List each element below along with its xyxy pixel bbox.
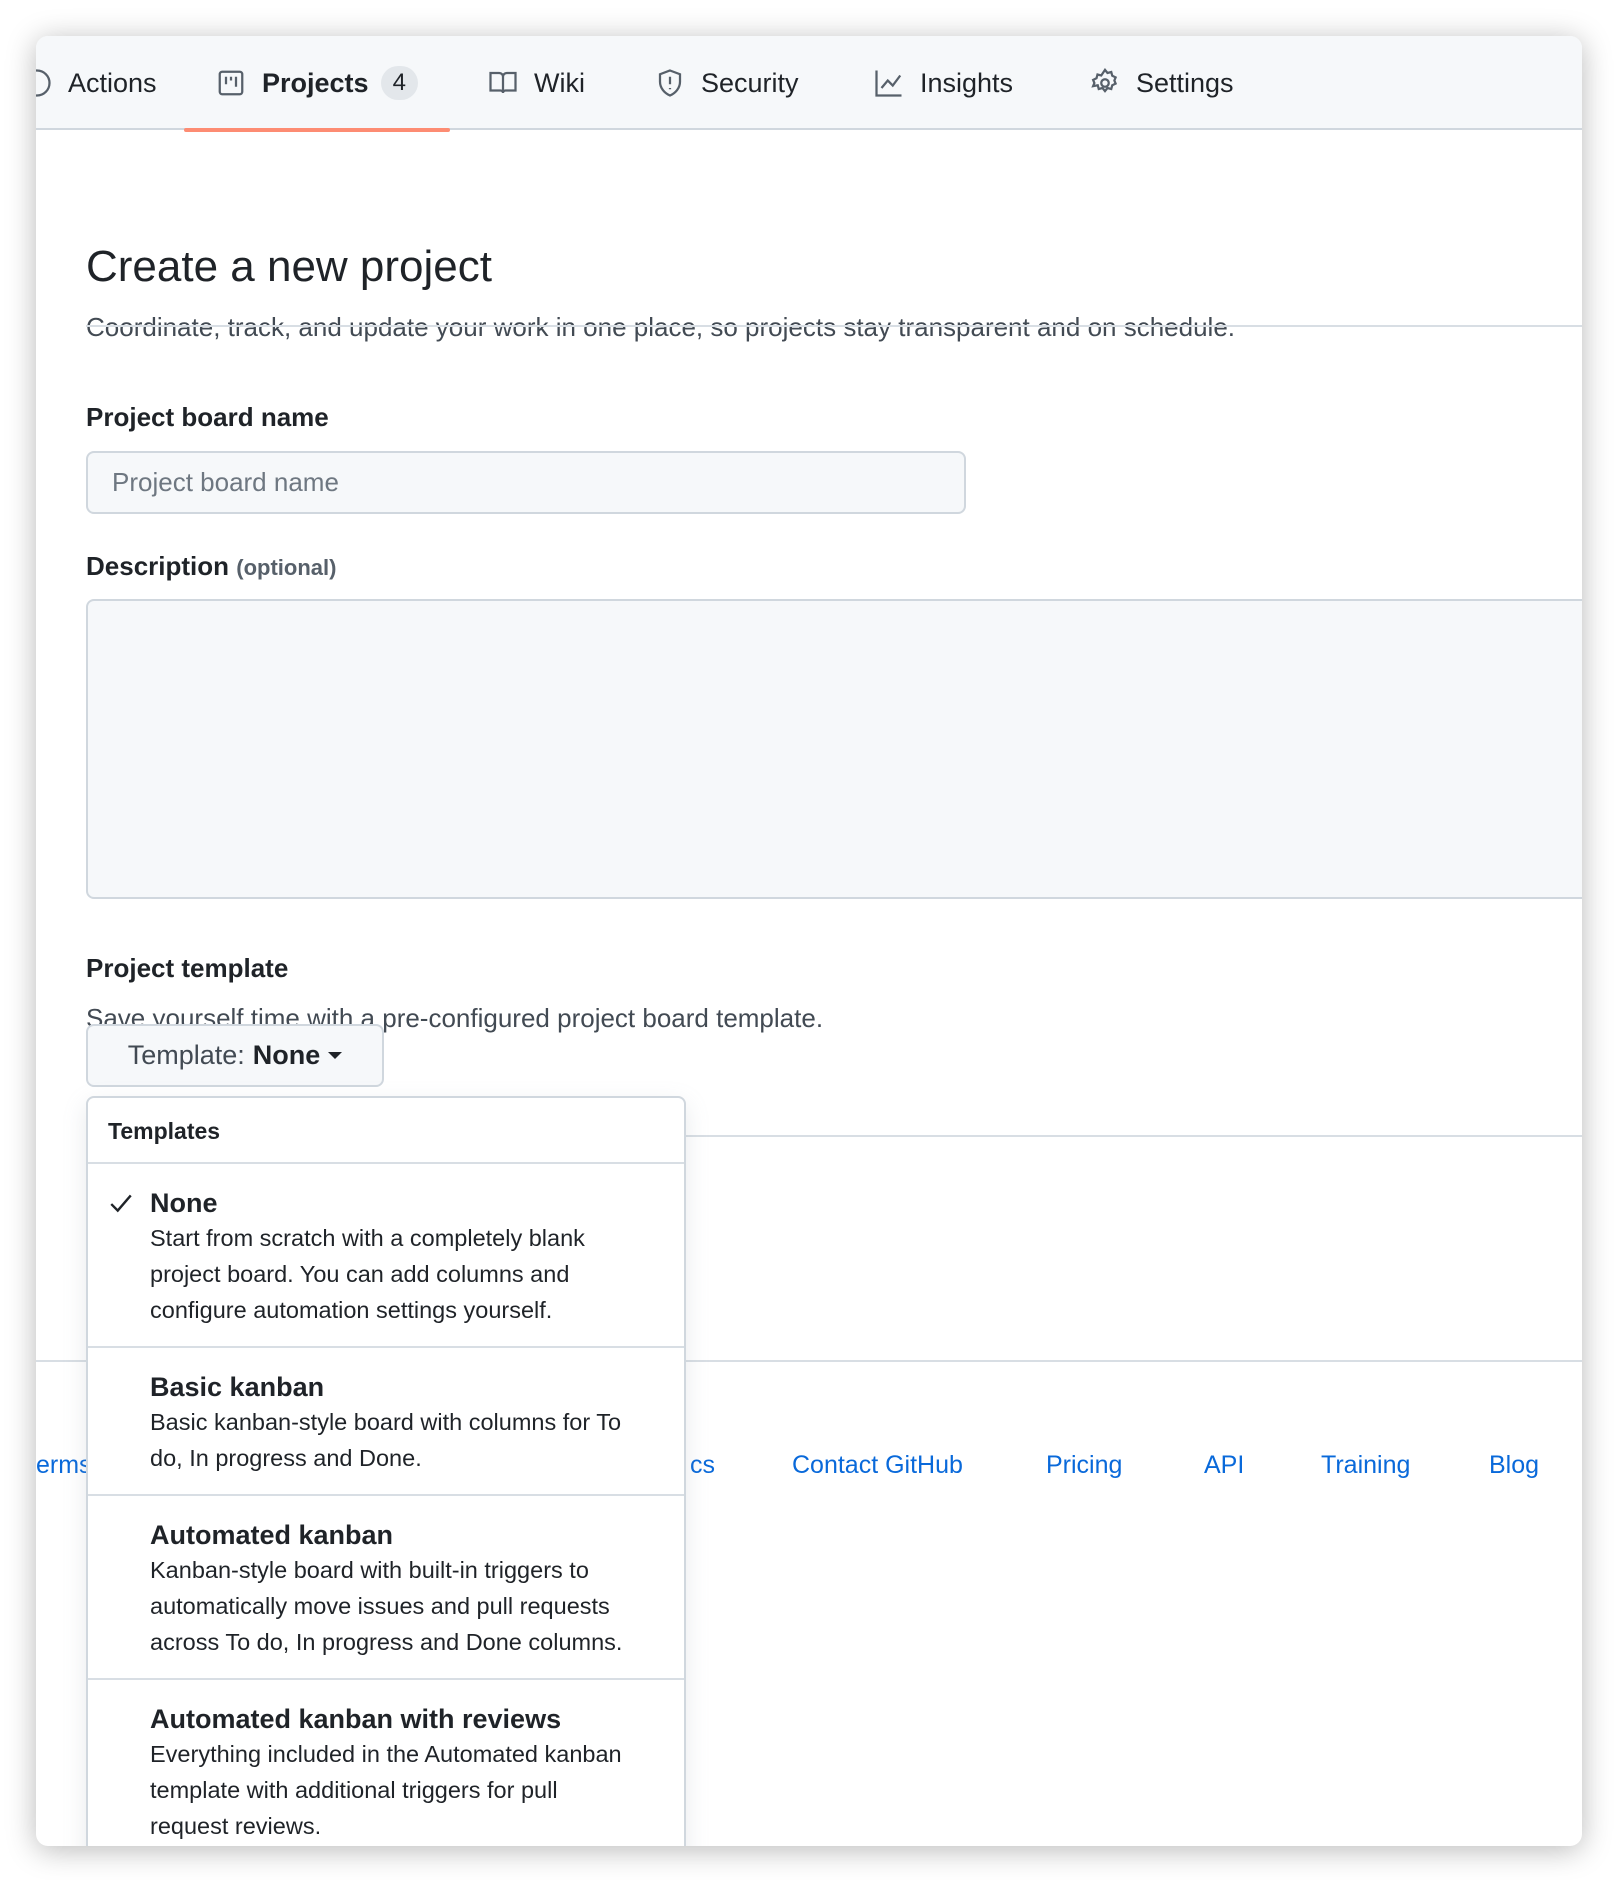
- item-title: Automated kanban: [150, 1520, 394, 1550]
- menu-item-none[interactable]: None Start from scratch with a completel…: [88, 1164, 684, 1348]
- project-name-input[interactable]: [86, 451, 966, 514]
- footer-link-api[interactable]: API: [1204, 1451, 1244, 1480]
- item-desc: Start from scratch with a completely bla…: [150, 1225, 585, 1251]
- optional-hint: (optional): [236, 555, 337, 580]
- template-prefix: Template:: [127, 1040, 245, 1070]
- item-desc: across To do, In progress and Done colum…: [150, 1629, 623, 1655]
- tab-settings[interactable]: Settings: [1090, 36, 1234, 130]
- menu-item-automated-kanban[interactable]: Automated kanban Kanban-style board with…: [88, 1496, 684, 1680]
- page-title: Create a new project: [86, 242, 492, 291]
- template-label: Project template: [86, 953, 289, 983]
- tab-projects[interactable]: Projects 4: [184, 36, 450, 132]
- tab-label: Insights: [920, 67, 1014, 98]
- description-label: Description (optional): [86, 551, 336, 582]
- template-dropdown-button[interactable]: Template: None: [86, 1024, 384, 1087]
- tab-label: Projects: [262, 67, 369, 98]
- item-desc: template with additional triggers for pu…: [150, 1777, 558, 1803]
- tab-label: Actions: [68, 67, 157, 98]
- graph-icon: [875, 70, 902, 97]
- item-title: Basic kanban: [150, 1372, 325, 1402]
- template-value: None: [252, 1040, 321, 1070]
- count-badge: 4: [380, 66, 418, 100]
- item-desc: Everything included in the Automated kan…: [150, 1741, 622, 1767]
- play-icon: [36, 69, 51, 97]
- footer-link-blog[interactable]: Blog: [1489, 1451, 1539, 1480]
- menu-item-automated-kanban-reviews[interactable]: Automated kanban with reviews Everything…: [88, 1680, 684, 1846]
- template-menu: Templates None Start from scratch with a…: [86, 1096, 686, 1846]
- page-subtitle: Coordinate, track, and update your work …: [86, 312, 1236, 342]
- book-icon: [489, 71, 517, 94]
- tab-security[interactable]: Security: [655, 36, 799, 130]
- footer-link-terms[interactable]: erms: [36, 1451, 92, 1480]
- item-desc: project board. You can add columns and: [150, 1261, 570, 1287]
- item-desc: configure automation settings yourself.: [150, 1297, 553, 1323]
- item-title: None: [150, 1188, 218, 1218]
- description-textarea[interactable]: [86, 599, 1582, 899]
- gear-icon: [1091, 68, 1118, 93]
- tab-actions[interactable]: Actions: [36, 36, 157, 130]
- tab-label: Security: [701, 67, 799, 98]
- description-label-text: Description: [86, 551, 230, 581]
- item-desc: Basic kanban-style board with columns fo…: [150, 1409, 622, 1435]
- footer-link-pricing[interactable]: Pricing: [1046, 1451, 1122, 1480]
- divider: [86, 325, 1582, 327]
- check-icon: [110, 1194, 132, 1213]
- repo-nav: Actions Projects 4 Wiki Security Insight…: [36, 36, 1582, 132]
- tab-label: Wiki: [534, 67, 585, 98]
- footer-link-docs[interactable]: cs: [690, 1451, 715, 1480]
- menu-item-basic-kanban[interactable]: Basic kanban Basic kanban-style board wi…: [88, 1348, 684, 1496]
- footer-link-training[interactable]: Training: [1321, 1451, 1410, 1480]
- browser-window: Actions Projects 4 Wiki Security Insight…: [36, 36, 1582, 1846]
- footer-link-contact[interactable]: Contact GitHub: [792, 1451, 963, 1480]
- tab-wiki[interactable]: Wiki: [488, 36, 585, 130]
- tab-insights[interactable]: Insights: [874, 36, 1013, 130]
- menu-header: Templates: [88, 1098, 684, 1164]
- item-desc: request reviews.: [150, 1813, 322, 1839]
- shield-icon: [658, 69, 682, 97]
- name-label: Project board name: [86, 402, 329, 432]
- item-desc: Kanban-style board with built-in trigger…: [150, 1557, 589, 1583]
- caret-down-icon: [328, 1052, 343, 1059]
- tab-label: Settings: [1136, 67, 1234, 98]
- item-desc: do, In progress and Done.: [150, 1445, 422, 1471]
- item-desc: automatically move issues and pull reque…: [150, 1593, 610, 1619]
- item-title: Automated kanban with reviews: [150, 1704, 562, 1734]
- project-icon: [218, 70, 244, 96]
